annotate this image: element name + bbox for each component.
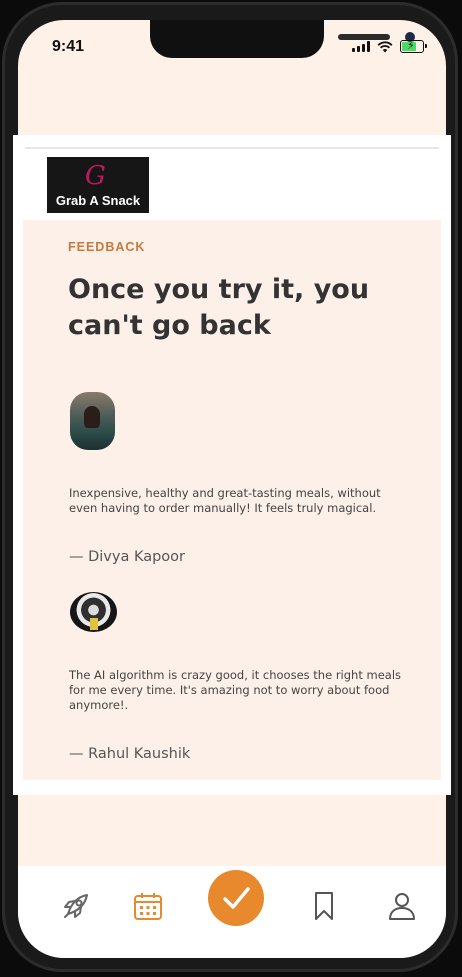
testimonial-author: — Divya Kapoor [69, 549, 186, 565]
wifi-icon [377, 40, 393, 52]
battery-charging-icon: ⚡ [400, 39, 427, 53]
tab-bookmarks[interactable] [302, 884, 346, 928]
testimonial-quote: The AI algorithm is crazy good, it choos… [69, 668, 402, 712]
cellular-signal-icon [352, 41, 370, 52]
rocket-icon [64, 894, 88, 918]
avatar [70, 592, 117, 632]
logo-text: Grab A Snack [55, 193, 141, 208]
feedback-section: FEEDBACK Once you try it, you can't go b… [23, 220, 441, 780]
logo-mark: G [85, 161, 106, 191]
tab-calendar[interactable] [126, 884, 170, 928]
tab-profile[interactable] [380, 884, 424, 928]
testimonial-author: — Rahul Kaushik [69, 746, 191, 762]
status-time: 9:41 [52, 38, 85, 55]
section-label: FEEDBACK [68, 240, 146, 254]
bottom-tab-bar [18, 866, 446, 958]
bookmark-icon [315, 892, 333, 920]
checkmark-icon [223, 887, 250, 909]
brand-logo[interactable]: G Grab A Snack [47, 157, 149, 213]
notch [150, 20, 415, 58]
avatar [70, 392, 115, 450]
calendar-icon [134, 893, 162, 920]
tab-confirm[interactable] [208, 870, 264, 926]
testimonial-quote: Inexpensive, healthy and great-tasting m… [69, 486, 381, 515]
status-icons: ⚡ [352, 39, 427, 53]
section-heading: Once you try it, you can't go back [68, 274, 370, 341]
profile-icon [389, 893, 415, 920]
divider [25, 147, 439, 149]
tab-launch[interactable] [54, 884, 98, 928]
webpage-preview: G Grab A Snack FEEDBACK Once you try it,… [13, 135, 451, 795]
